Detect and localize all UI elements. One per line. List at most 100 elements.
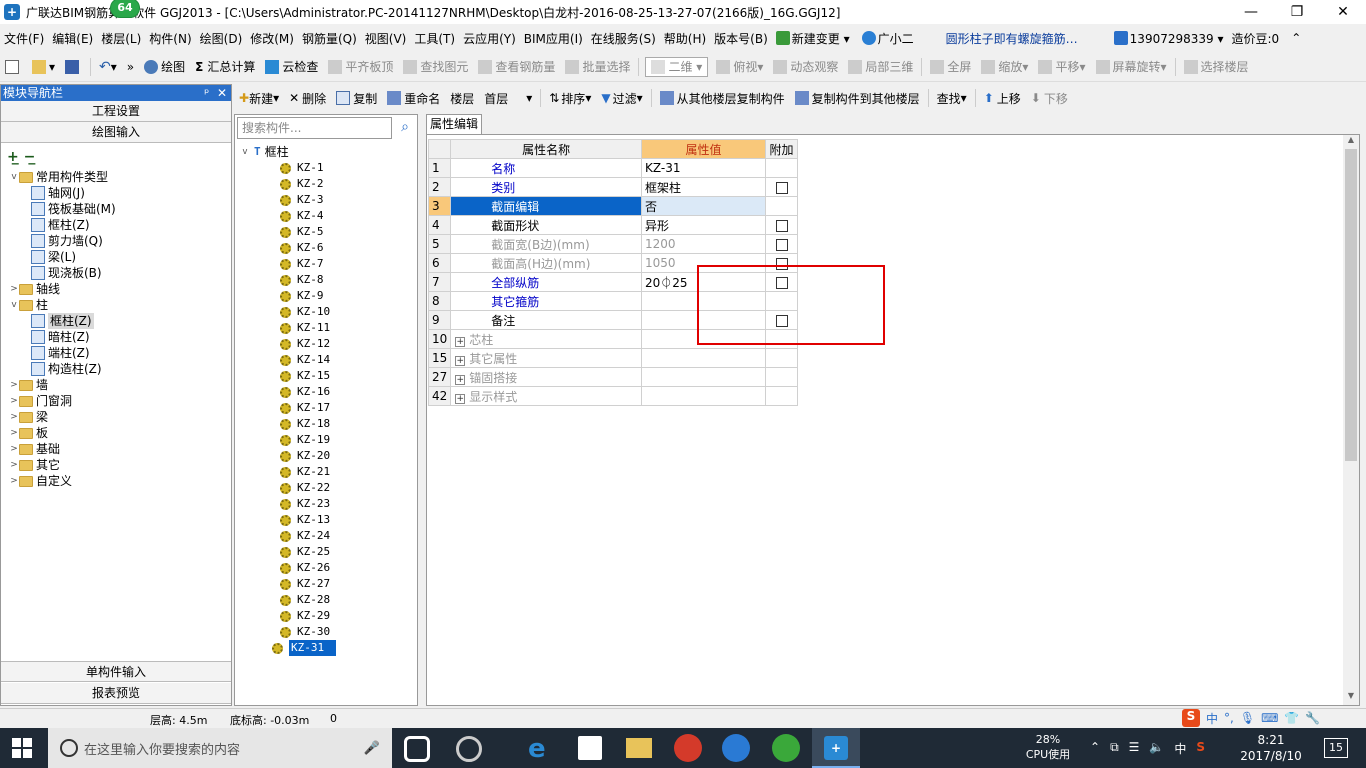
component-item[interactable]: KZ-14: [240, 352, 416, 368]
move-up-button[interactable]: ⬆ 上移: [979, 90, 1026, 107]
skin-icon[interactable]: 👕: [1284, 711, 1299, 725]
cloud-check-button[interactable]: 云检查: [260, 58, 323, 75]
menu-online[interactable]: 在线服务(S): [587, 30, 660, 47]
ime-mode-icon[interactable]: 中: [1206, 710, 1218, 727]
assistant-button[interactable]: 广小二: [858, 30, 918, 47]
component-item[interactable]: KZ-25: [240, 544, 416, 560]
component-item[interactable]: KZ-16: [240, 384, 416, 400]
chevron-right-icon[interactable]: >: [9, 441, 19, 457]
component-item[interactable]: KZ-10: [240, 304, 416, 320]
chevron-right-icon[interactable]: >: [9, 409, 19, 425]
glodon-blue-icon[interactable]: [722, 734, 750, 762]
ggj-app-icon[interactable]: [456, 736, 482, 762]
flat-top-button[interactable]: 平齐板顶: [323, 58, 398, 75]
microphone-icon[interactable]: 🎙: [1240, 711, 1255, 725]
expand-plus-icon[interactable]: +: [455, 374, 466, 385]
view-rebar-button[interactable]: 查看钢筋量: [473, 58, 560, 75]
notification-center-icon[interactable]: 15: [1324, 738, 1348, 758]
keyboard-icon[interactable]: ⌨: [1261, 711, 1278, 725]
pin-icon[interactable]: ᵖ: [204, 86, 209, 100]
chevron-right-icon[interactable]: >: [9, 393, 19, 409]
component-item[interactable]: KZ-28: [240, 592, 416, 608]
nav-folder[interactable]: > 梁: [9, 409, 231, 425]
menu-floor[interactable]: 楼层(L): [97, 30, 145, 47]
menu-version[interactable]: 版本号(B): [710, 30, 772, 47]
rename-button[interactable]: 重命名: [382, 90, 445, 107]
new-component-button[interactable]: ✚ 新建 ▾: [234, 90, 284, 107]
collapse-ribbon-icon[interactable]: ⌃: [1287, 31, 1305, 45]
nav-item[interactable]: 端柱(Z): [9, 345, 231, 361]
chevron-right-icon[interactable]: >: [9, 281, 19, 297]
report-preview-button[interactable]: 报表预览: [1, 683, 231, 704]
expand-plus-icon[interactable]: +: [455, 393, 466, 404]
menu-cloud[interactable]: 云应用(Y): [459, 30, 520, 47]
select-floor-button[interactable]: 选择楼层: [1179, 58, 1254, 75]
chevron-down-icon[interactable]: v: [9, 169, 19, 185]
chevron-up-icon[interactable]: ⌃: [1090, 740, 1100, 757]
component-item[interactable]: KZ-18: [240, 416, 416, 432]
volume-icon[interactable]: 🔈: [1149, 740, 1164, 757]
property-value-cell[interactable]: [641, 367, 766, 387]
maximize-button[interactable]: ❐: [1274, 0, 1320, 24]
property-row[interactable]: 42 + 显示样式: [427, 386, 798, 406]
sogou-tray-icon[interactable]: S: [1196, 740, 1205, 757]
menu-rebar[interactable]: 钢筋量(Q): [298, 30, 361, 47]
chevron-right-icon[interactable]: >: [9, 377, 19, 393]
property-row[interactable]: 1 名称 KZ-31: [427, 158, 798, 178]
menu-modify[interactable]: 修改(M): [246, 30, 298, 47]
component-item[interactable]: KZ-5: [240, 224, 416, 240]
nav-item[interactable]: 暗柱(Z): [9, 329, 231, 345]
project-settings-button[interactable]: 工程设置: [1, 101, 231, 122]
nav-item[interactable]: 筏板基础(M): [9, 201, 231, 217]
component-item[interactable]: KZ-22: [240, 480, 416, 496]
network-icon[interactable]: ⧉: [1110, 740, 1119, 757]
component-item[interactable]: KZ-9: [240, 288, 416, 304]
help-link[interactable]: 圆形柱子即有螺旋箍筋…: [942, 30, 1082, 47]
menu-view[interactable]: 视图(V): [361, 30, 411, 47]
new-change-button[interactable]: 新建变更 ▾: [772, 30, 854, 47]
move-down-button[interactable]: ⬇ 下移: [1026, 90, 1073, 107]
property-row[interactable]: 5 截面宽(B边)(mm) 1200: [427, 234, 798, 254]
tab-property-edit[interactable]: 属性编辑: [426, 114, 482, 134]
batch-select-button[interactable]: 批量选择: [560, 58, 635, 75]
property-value-cell[interactable]: [641, 386, 766, 406]
extra-checkbox[interactable]: [775, 219, 788, 232]
close-panel-icon[interactable]: ✕: [217, 86, 227, 100]
view-mode-select[interactable]: 二维 ▾: [645, 56, 709, 77]
find-button[interactable]: 查找 ▾: [932, 90, 972, 107]
summary-button[interactable]: Σ 汇总计算: [190, 58, 260, 75]
component-item[interactable]: KZ-2: [240, 176, 416, 192]
fullscreen-button[interactable]: 全屏: [925, 58, 976, 75]
component-item[interactable]: KZ-11: [240, 320, 416, 336]
new-file-button[interactable]: [0, 59, 27, 74]
wifi-icon[interactable]: ☰: [1129, 740, 1140, 757]
vertical-scrollbar[interactable]: ▲ ▼: [1343, 135, 1359, 705]
extra-checkbox[interactable]: [775, 181, 788, 194]
expand-plus-icon[interactable]: +: [455, 336, 466, 347]
tools-icon[interactable]: 🔧: [1305, 711, 1320, 725]
single-input-button[interactable]: 单构件输入: [1, 661, 231, 682]
expand-all-icon[interactable]: +̲: [7, 149, 19, 165]
notification-badge[interactable]: 64: [110, 0, 140, 18]
component-item[interactable]: KZ-6: [240, 240, 416, 256]
close-button[interactable]: ✕: [1320, 0, 1366, 24]
nav-folder[interactable]: > 自定义: [9, 473, 231, 489]
taskbar-search-box[interactable]: 在这里输入你要搜索的内容 🎤: [48, 728, 392, 768]
nav-folder[interactable]: v柱: [9, 297, 231, 313]
zoom-button[interactable]: 缩放 ▾: [976, 58, 1033, 75]
rotate-button[interactable]: 屏幕旋转 ▾: [1091, 58, 1172, 75]
nav-folder[interactable]: > 墙: [9, 377, 231, 393]
edge-icon[interactable]: e: [528, 734, 546, 764]
component-item[interactable]: KZ-30: [240, 624, 416, 640]
property-value-cell[interactable]: 框架柱: [641, 177, 766, 197]
nav-folder[interactable]: v 常用构件类型: [9, 169, 231, 185]
scrollbar-thumb[interactable]: [1345, 149, 1357, 461]
copy-button[interactable]: 复制: [331, 90, 382, 107]
component-item[interactable]: KZ-23: [240, 496, 416, 512]
menu-component[interactable]: 构件(N): [145, 30, 195, 47]
component-tree-root[interactable]: v T 框柱: [240, 144, 416, 160]
property-value-cell[interactable]: 1200: [641, 234, 766, 254]
property-row[interactable]: 3 截面编辑 否: [427, 196, 798, 216]
chevron-down-icon[interactable]: v: [9, 297, 19, 313]
nav-item[interactable]: 剪力墙(Q): [9, 233, 231, 249]
